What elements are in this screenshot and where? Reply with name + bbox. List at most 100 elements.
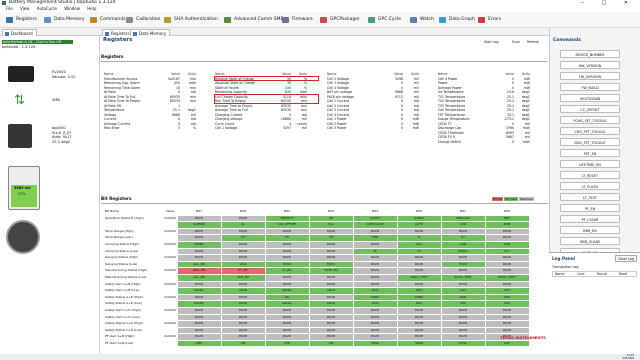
tab-registers[interactable]: Registers (102, 29, 134, 36)
bit-cell[interactable]: AOLD (309, 287, 354, 295)
bit-cell[interactable]: QIM (177, 340, 222, 348)
bit-cell[interactable]: CAL_OFFSET (265, 221, 310, 229)
bit-cell[interactable]: RSVD (397, 320, 442, 328)
bit-cell[interactable]: OC (265, 294, 310, 302)
bit-cell[interactable]: RSVD (353, 314, 398, 322)
toolbar-errors-button[interactable]: Errors (476, 15, 501, 25)
bit-cell[interactable]: RSVD (221, 215, 266, 223)
command-button[interactable]: CHG_FET_TOGGLE (560, 127, 620, 135)
bit-cell[interactable]: RSVD (221, 248, 266, 256)
bit-cell[interactable]: INIT (485, 215, 530, 223)
bit-cell[interactable]: FCCX (441, 261, 486, 269)
bit-cell[interactable]: RSVD (265, 228, 310, 236)
bit-cell[interactable]: RSVD (441, 320, 486, 328)
bit-cell[interactable]: RSVD (309, 281, 354, 289)
bit-cell[interactable]: CVR (441, 241, 486, 249)
bit-cell[interactable]: RSVD (309, 228, 354, 236)
bit-cell[interactable]: PCHG_TEST (485, 274, 530, 282)
bit-cell[interactable]: OCD (353, 287, 398, 295)
bit-cell[interactable]: VIMA (353, 340, 398, 348)
bit-cell[interactable]: RSVD (309, 254, 354, 262)
command-button[interactable]: BBR_EN (560, 226, 620, 234)
bit-cell[interactable]: VDQ (221, 261, 266, 269)
bit-cell[interactable]: OCC (397, 287, 442, 295)
bit-cell[interactable]: RSVD (265, 327, 310, 335)
toolbar-gpc-cycle-button[interactable]: GPC Cycle (366, 15, 401, 25)
toolbar-watch-button[interactable]: Watch (408, 15, 434, 25)
bit-cell[interactable]: RSVD (397, 333, 442, 341)
bit-cell[interactable]: RSVD (353, 333, 398, 341)
bit-cell[interactable]: TRM (353, 234, 398, 242)
command-button[interactable]: PF_CLEAR (560, 215, 620, 223)
bit-cell[interactable]: UT (441, 234, 486, 242)
command-button[interactable]: HW_VERSION (560, 61, 620, 69)
command-button[interactable]: DSG_FET_TOGGLE (560, 138, 620, 146)
bit-cell[interactable]: RSVD (485, 261, 530, 269)
bit-cell[interactable]: RSVD (485, 314, 530, 322)
bit-cell[interactable]: RSVD (221, 320, 266, 328)
bit-cell[interactable]: RSVD (265, 241, 310, 249)
bit-cell[interactable]: COVL (441, 340, 486, 348)
bit-cell[interactable]: OCC (397, 300, 442, 308)
bit-cell[interactable]: ASCD (221, 287, 266, 295)
auto-refresh-status[interactable]: Auto Refresh is OK - Click to Turn Off (2, 40, 73, 44)
refresh-button[interactable]: Refresh (527, 40, 539, 44)
bit-cell[interactable]: AUTOCALM (353, 221, 398, 229)
bit-cell[interactable]: EMSHUT (265, 215, 310, 223)
bit-cell[interactable]: RSVD (309, 314, 354, 322)
bit-cell[interactable]: RSVD (221, 294, 266, 302)
command-button[interactable]: SHUTDOWN (560, 94, 620, 102)
toolbar-advanced-smb-button[interactable]: Advanced Comm SMB (222, 15, 284, 25)
bit-cell[interactable]: RSVD (177, 281, 222, 289)
bit-cell[interactable]: RSVD (221, 314, 266, 322)
bit-cell[interactable]: SLEEPM (177, 221, 222, 229)
bit-cell[interactable]: SDM (485, 221, 530, 229)
tab-data-memory[interactable]: Data Memory (130, 29, 171, 36)
bit-cell[interactable]: CUV (485, 287, 530, 295)
bit-cell[interactable]: FUSE_EN (309, 267, 354, 275)
command-button[interactable]: FET_EN (560, 149, 620, 157)
bit-cell[interactable]: COV (441, 287, 486, 295)
toolbar-registers-button[interactable]: Registers (4, 15, 37, 25)
bit-cell[interactable]: RSVD (177, 320, 222, 328)
bit-cell[interactable]: PF_EN (221, 267, 266, 275)
bit-cell[interactable]: RSVD (221, 254, 266, 262)
bit-cell[interactable]: RSVD (221, 307, 266, 315)
bit-cell[interactable]: RSVD (441, 267, 486, 275)
bit-cell[interactable]: RSVD (221, 228, 266, 236)
bit-cell[interactable]: CCC (397, 241, 442, 249)
bit-cell[interactable]: LF_EN (265, 267, 310, 275)
bit-cell[interactable]: RSVD (485, 327, 530, 335)
bit-cell[interactable]: RSVD (485, 254, 530, 262)
bit-cell[interactable]: RSVD (177, 228, 222, 236)
command-button[interactable]: LT_RESET (560, 171, 620, 179)
toolbar-data-memory-button[interactable]: Data Memory (42, 15, 84, 25)
bit-cell[interactable]: CAL_EN (177, 274, 222, 282)
bit-cell[interactable]: RSVD (221, 281, 266, 289)
bit-cell[interactable]: OCD (353, 300, 398, 308)
toolbar-data-graph-button[interactable]: Data Graph (437, 15, 475, 25)
bit-cell[interactable]: IMP (265, 340, 310, 348)
command-button[interactable]: DEVICE_NUMBER (560, 50, 620, 58)
command-button[interactable]: BBR_CLEAR (560, 237, 620, 245)
bit-cell[interactable]: AOLD (309, 300, 354, 308)
bit-cell[interactable]: SLPCC (353, 215, 398, 223)
command-button[interactable]: PF_EN (560, 204, 620, 212)
bit-cell[interactable]: RSVD (177, 248, 222, 256)
bit-cell[interactable]: RSVD (397, 267, 442, 275)
bit-cell[interactable]: AUTH (397, 221, 442, 229)
bit-cell[interactable]: RSVD (265, 281, 310, 289)
command-button[interactable]: LIFETIME_EN (560, 160, 620, 168)
bit-cell[interactable]: RSVD (177, 254, 222, 262)
bit-cell[interactable]: RSVD (221, 241, 266, 249)
toolbar-commands-button[interactable]: Commands (88, 15, 125, 25)
bit-cell[interactable]: CAL (309, 221, 354, 229)
command-button[interactable]: FW_VERSION (560, 72, 620, 80)
bit-cell[interactable]: LED (441, 221, 486, 229)
toolbar-gpcpackager-button[interactable]: GPCPackager (318, 15, 360, 25)
bit-cell[interactable]: SLPAD (397, 215, 442, 223)
bit-cell[interactable]: RSVD (309, 320, 354, 328)
bit-cell[interactable]: CD (309, 340, 354, 348)
bit-cell[interactable]: RSVD (397, 307, 442, 315)
bit-cell[interactable]: SCHG_TEST (441, 274, 486, 282)
